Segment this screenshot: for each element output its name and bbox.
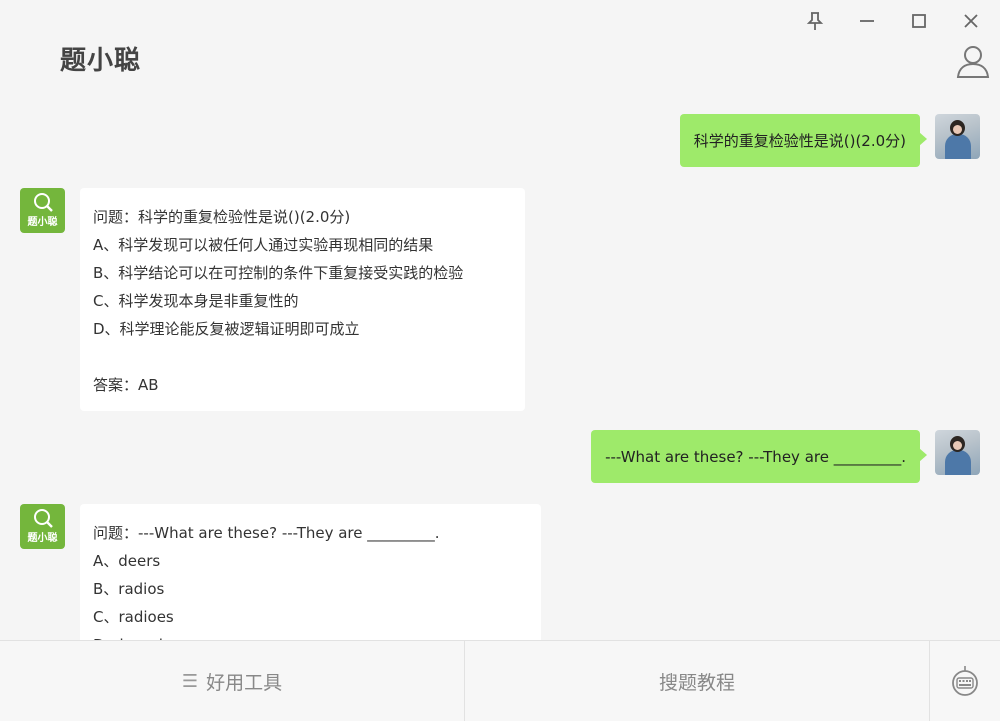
minimize-icon xyxy=(860,20,874,22)
my-avatar[interactable] xyxy=(935,114,980,159)
my-avatar[interactable] xyxy=(935,430,980,475)
bot-avatar-label: 题小聪 xyxy=(27,217,58,228)
message-bot: 题小聪 问题：---What are these? ---They are __… xyxy=(20,504,541,640)
bot-avatar-label: 题小聪 xyxy=(27,533,58,544)
option-b: B、radios xyxy=(93,580,165,598)
keyboard-icon xyxy=(952,666,978,696)
user-profile-button[interactable] xyxy=(956,44,990,80)
maximize-button[interactable] xyxy=(902,8,936,34)
option-a: A、科学发现可以被任何人通过实验再现相同的结果 xyxy=(93,236,434,254)
user-icon xyxy=(956,46,990,78)
message-bot: 题小聪 问题：科学的重复检验性是说()(2.0分) A、科学发现可以被任何人通过… xyxy=(20,188,525,411)
window-controls xyxy=(798,8,988,34)
message-text: 科学的重复检验性是说()(2.0分) xyxy=(693,132,906,150)
question-text: 问题：---What are these? ---They are ______… xyxy=(93,524,440,542)
answer-text: 答案：AB xyxy=(93,376,159,394)
tutorial-label: 搜题教程 xyxy=(658,671,735,694)
search-icon xyxy=(34,509,53,528)
message-mine: ---What are these? ---They are _________… xyxy=(591,430,980,483)
menu-icon: ☰ xyxy=(181,670,199,692)
option-c: C、radioes xyxy=(93,608,174,626)
my-message-bubble[interactable]: 科学的重复检验性是说()(2.0分) xyxy=(679,114,928,167)
option-b: B、科学结论可以在可控制的条件下重复接受实践的检验 xyxy=(93,264,464,282)
bot-avatar[interactable]: 题小聪 xyxy=(20,188,65,233)
tools-tab[interactable]: ☰ 好用工具 xyxy=(0,641,465,721)
option-c: C、科学发现本身是非重复性的 xyxy=(93,292,299,310)
pin-button[interactable] xyxy=(798,8,832,34)
question-text: 问题：科学的重复检验性是说()(2.0分) xyxy=(93,208,351,226)
search-icon xyxy=(34,193,53,212)
option-d: D、breads xyxy=(93,631,528,640)
tutorial-tab[interactable]: 搜题教程 xyxy=(465,641,930,721)
message-mine: 科学的重复检验性是说()(2.0分) xyxy=(679,114,980,167)
option-d: D、科学理论能反复被逻辑证明即可成立 xyxy=(93,320,360,338)
close-button[interactable] xyxy=(954,8,988,34)
bot-avatar[interactable]: 题小聪 xyxy=(20,504,65,549)
message-text: ---What are these? ---They are _________… xyxy=(605,447,906,466)
app-title: 题小聪 xyxy=(60,46,142,76)
maximize-icon xyxy=(912,14,926,28)
close-icon xyxy=(964,14,978,28)
minimize-button[interactable] xyxy=(850,8,884,34)
bot-message-bubble[interactable]: 问题：---What are these? ---They are ______… xyxy=(80,504,541,640)
chat-messages[interactable]: 科学的重复检验性是说()(2.0分) 题小聪 问题：科学的重复检验性是说()(2… xyxy=(0,100,1000,640)
keyboard-button[interactable] xyxy=(930,641,1000,721)
bottom-toolbar: ☰ 好用工具 搜题教程 xyxy=(0,640,1000,721)
option-a: A、deers xyxy=(93,552,161,570)
my-message-bubble[interactable]: ---What are these? ---They are _________… xyxy=(591,430,927,483)
bot-message-bubble[interactable]: 问题：科学的重复检验性是说()(2.0分) A、科学发现可以被任何人通过实验再现… xyxy=(80,188,525,411)
pin-icon xyxy=(806,12,824,30)
tools-label: 好用工具 xyxy=(206,671,283,694)
